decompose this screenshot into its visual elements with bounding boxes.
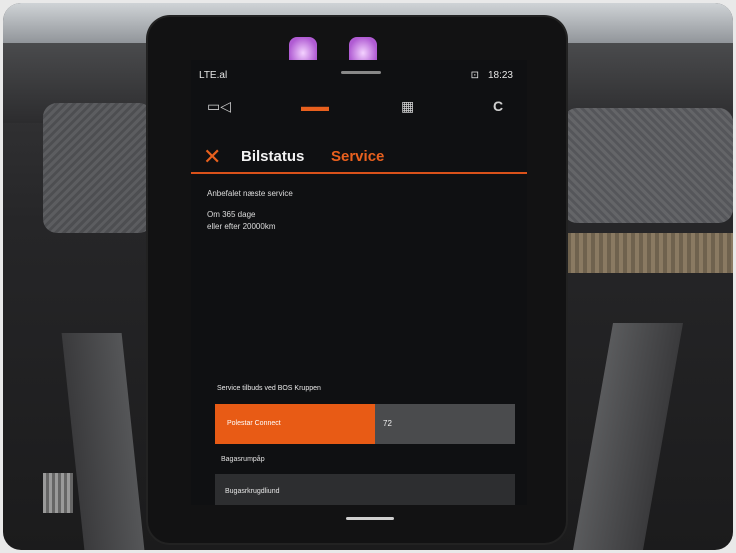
dealer-row: Polestar Connect 72 [215, 404, 515, 444]
next-service-label: Anbefalet næste service [207, 189, 293, 198]
clock: 18:23 [487, 70, 513, 81]
status-bar: LTE.al ⊡ 18:23 [191, 68, 527, 84]
next-service-distance: eller efter 20000km [207, 222, 276, 231]
display-screen: LTE.al ⊡ 18:23 ▭◁ ▬▬ ▦ C ✕ Bilstatus Ser… [191, 60, 527, 505]
pull-down-handle[interactable] [341, 71, 381, 74]
next-service-days: Om 365 dage [207, 210, 256, 219]
dealer-label: Service tilbuds ved BOS Kruppen [217, 385, 321, 392]
left-air-vent [43, 103, 153, 233]
apps-grid-icon[interactable]: ▦ [401, 98, 414, 115]
camera-icon[interactable]: ▭◁ [207, 98, 231, 115]
battery-icon: ⊡ [470, 70, 479, 81]
infotainment-display: LTE.al ⊡ 18:23 ▭◁ ▬▬ ▦ C ✕ Bilstatus Ser… [148, 17, 566, 543]
page-header: ✕ Bilstatus Service [191, 144, 527, 174]
car-icon[interactable]: ▬▬ [301, 98, 329, 114]
option-row[interactable]: Bugasrkrugdliund [215, 474, 515, 505]
pedal [43, 473, 73, 513]
photo-frame: LTE.al ⊡ 18:23 ▭◁ ▬▬ ▦ C ✕ Bilstatus Ser… [3, 3, 733, 550]
dealer-code-field[interactable]: 72 [375, 404, 515, 444]
top-toolbar: ▭◁ ▬▬ ▦ C [191, 90, 527, 120]
refresh-icon[interactable]: C [493, 98, 503, 114]
center-console-right [572, 323, 684, 550]
tab-bilstatus[interactable]: Bilstatus [241, 148, 304, 165]
dealer-select-button[interactable]: Polestar Connect [215, 404, 375, 444]
center-console-left [61, 333, 145, 550]
dashboard-trim [563, 233, 733, 273]
tab-service[interactable]: Service [331, 148, 384, 165]
right-air-vent [563, 108, 733, 223]
home-indicator[interactable] [346, 517, 394, 520]
carrier-signal: LTE.al [199, 70, 228, 81]
close-icon[interactable]: ✕ [203, 144, 221, 170]
option-label: Bagasrumpåp [221, 456, 265, 463]
